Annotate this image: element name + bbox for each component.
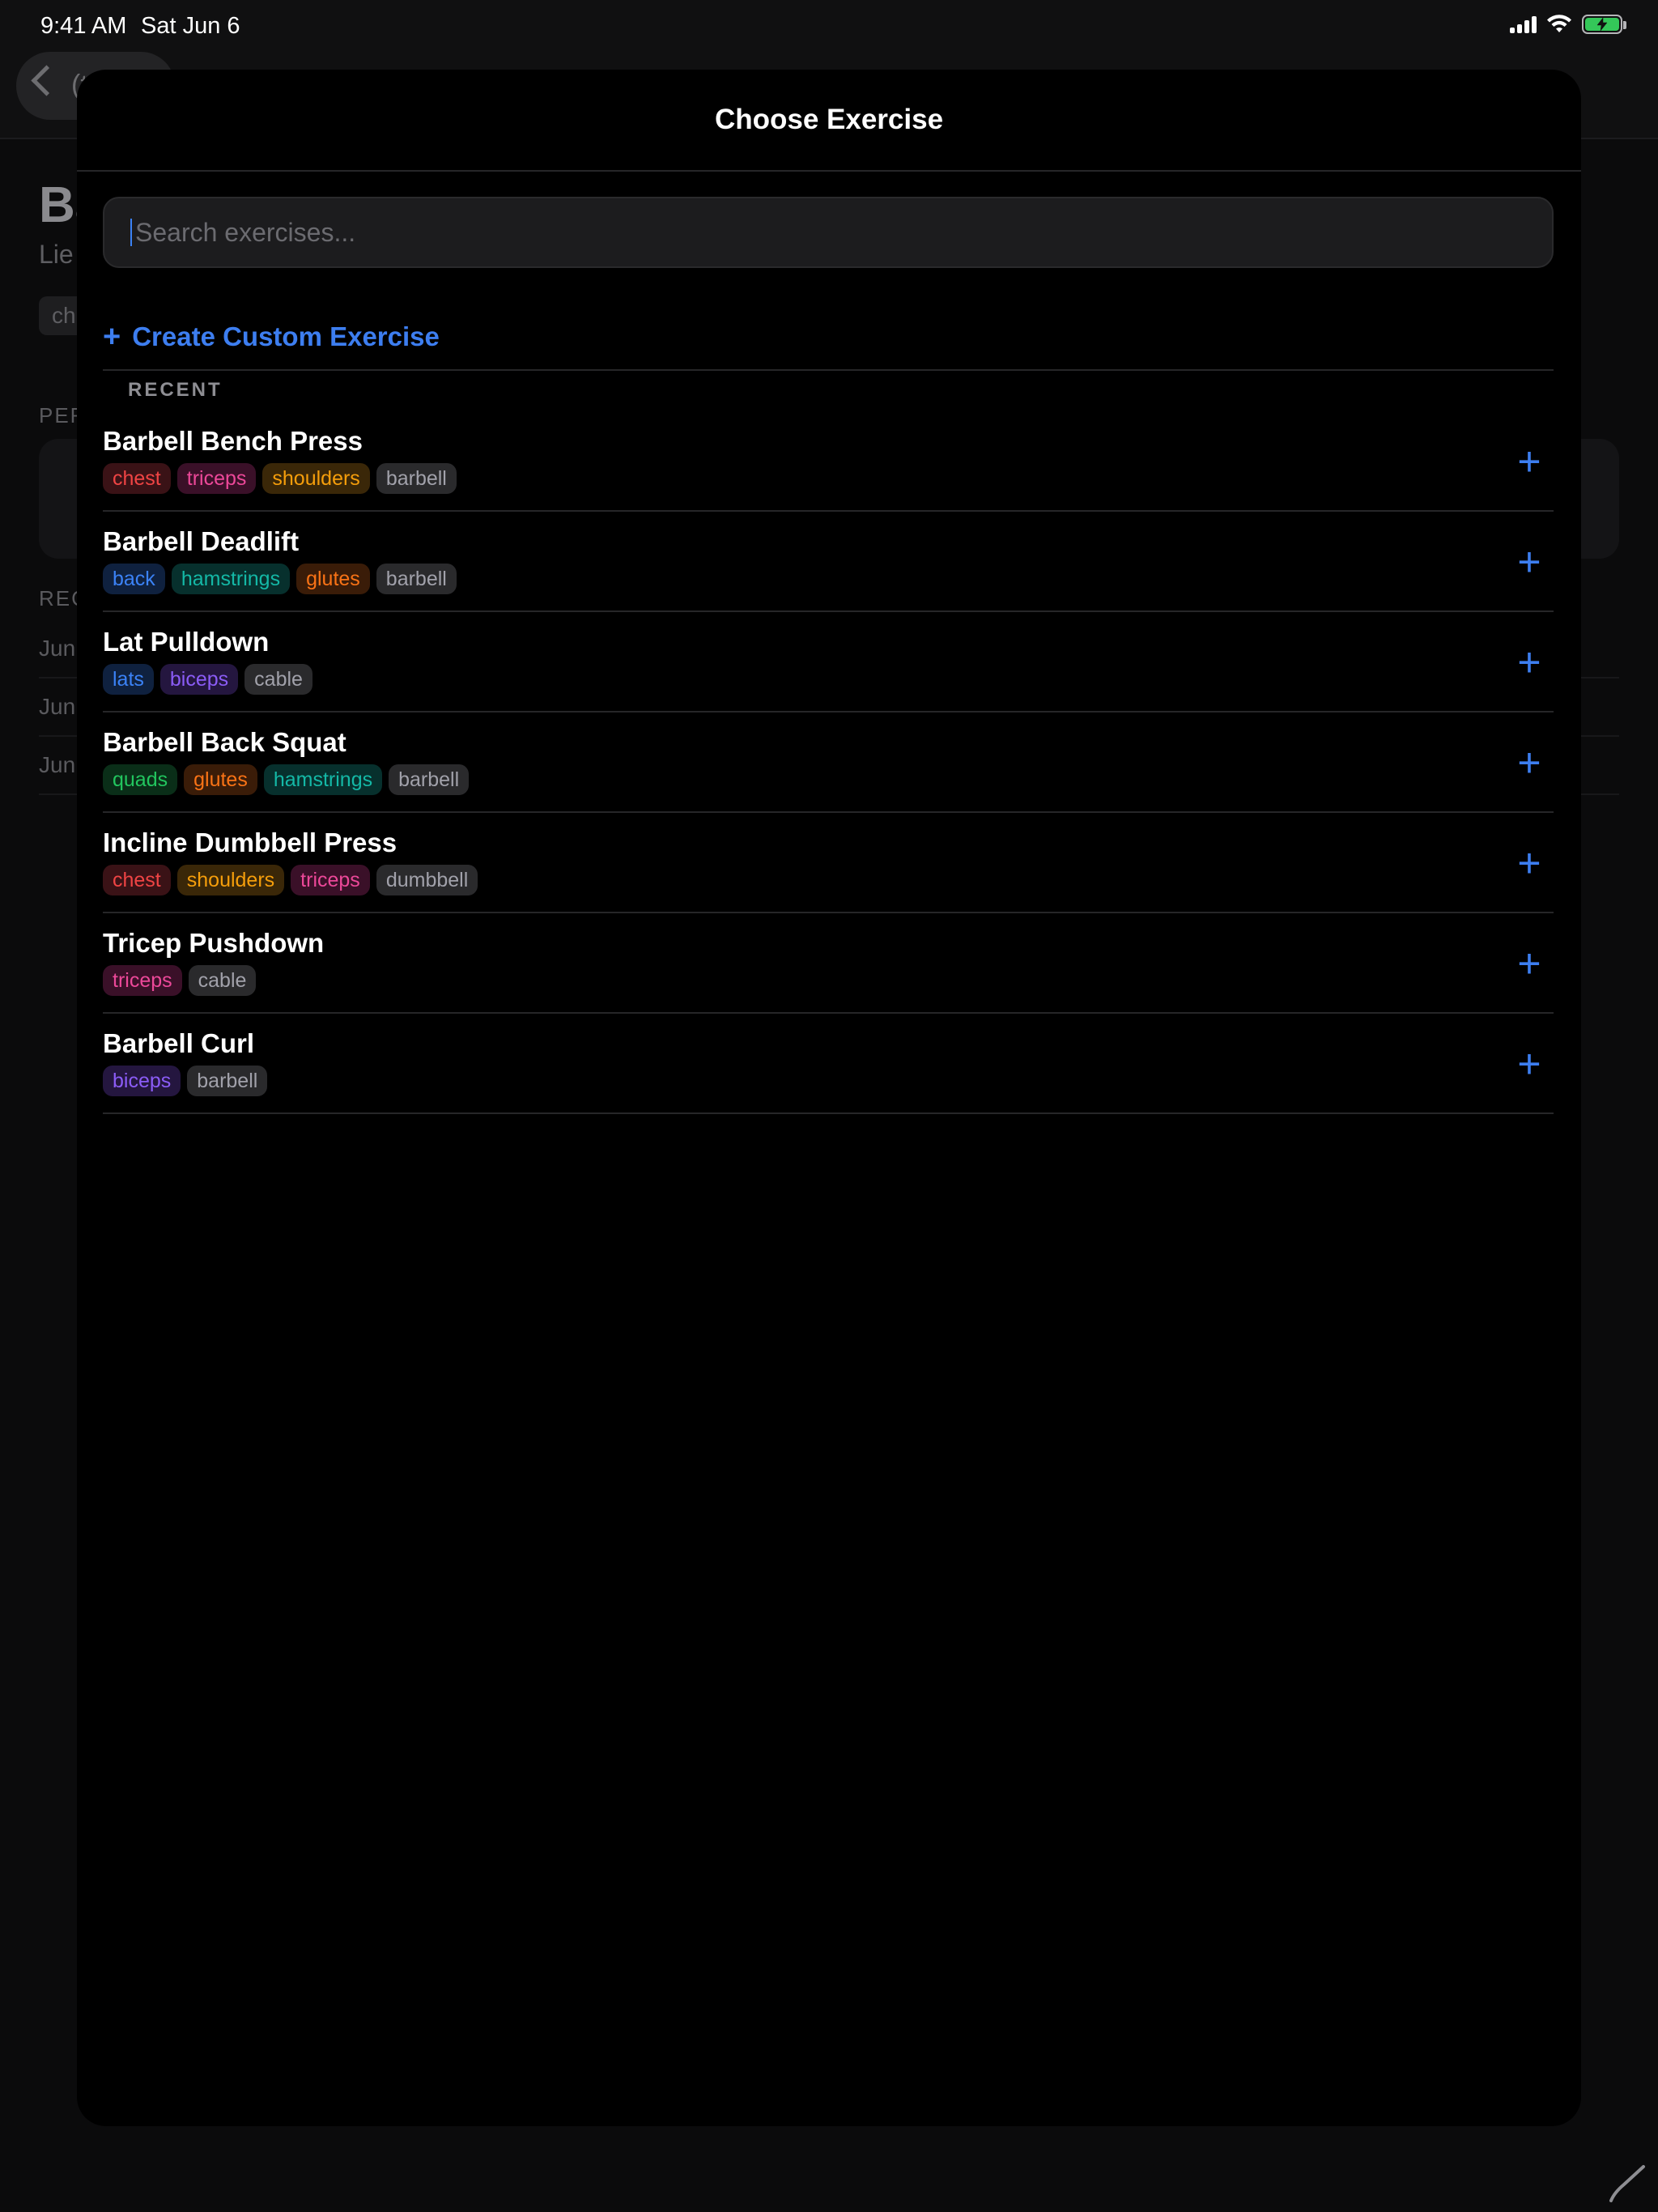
tag-chip: back (103, 564, 165, 594)
tag-chip: barbell (376, 463, 457, 494)
tag-chip: dumbbell (376, 865, 478, 895)
tag-chip: barbell (187, 1066, 268, 1096)
choose-exercise-sheet: Choose Exercise + Create Custom Exercise… (77, 70, 1581, 2126)
plus-icon: + (103, 320, 121, 354)
exercise-name: Barbell Curl (103, 1028, 255, 1058)
exercise-tags: back hamstrings glutes barbell (103, 564, 457, 594)
exercise-name: Barbell Back Squat (103, 727, 346, 757)
tag-chip: glutes (296, 564, 370, 594)
tag-chip: barbell (376, 564, 457, 594)
status-date: Sat Jun 6 (141, 13, 240, 39)
plus-icon: + (1517, 840, 1541, 886)
exercise-list-item[interactable]: Tricep Pushdown triceps cable + (103, 913, 1554, 1014)
tag-chip: triceps (103, 965, 182, 996)
section-label-recent: RECENT (128, 379, 223, 401)
tag-chip: cable (188, 965, 257, 996)
tag-chip: triceps (176, 463, 257, 494)
status-time: 9:41 AM (40, 13, 127, 39)
exercise-tags: triceps cable (103, 965, 257, 996)
tag-chip: lats (103, 664, 154, 695)
add-exercise-button[interactable]: + (1505, 839, 1554, 887)
tag-chip: biceps (159, 664, 239, 695)
tag-chip: shoulders (176, 865, 285, 895)
exercise-name: Lat Pulldown (103, 627, 270, 657)
add-exercise-button[interactable]: + (1505, 638, 1554, 687)
background-subtitle: Lie (39, 240, 74, 269)
divider (103, 369, 1554, 371)
add-exercise-button[interactable]: + (1505, 1040, 1554, 1088)
tag-chip: triceps (291, 865, 370, 895)
status-bar: 9:41 AM Sat Jun 6 (0, 0, 1658, 52)
exercise-list-item[interactable]: Incline Dumbbell Press chest shoulders tric… (103, 813, 1554, 913)
text-caret (130, 219, 132, 246)
exercise-list-item[interactable]: Barbell Curl biceps barbell + (103, 1014, 1554, 1114)
exercise-name: Barbell Deadlift (103, 526, 300, 556)
search-field[interactable] (103, 197, 1554, 268)
tag-chip: shoulders (262, 463, 370, 494)
plus-icon: + (1517, 439, 1541, 484)
exercise-tags: lats biceps cable (103, 664, 312, 695)
plus-icon: + (1517, 640, 1541, 685)
tag-chip: biceps (103, 1066, 181, 1096)
exercise-list: Barbell Bench Press chest triceps shoulders… (103, 411, 1554, 1114)
tag-chip: hamstrings (263, 764, 383, 795)
tag-chip: chest (103, 865, 171, 895)
cellular-signal-icon (1510, 15, 1537, 33)
exercise-tags: chest triceps shoulders barbell (103, 463, 457, 494)
exercise-name: Barbell Bench Press (103, 426, 363, 456)
battery-charging-icon (1582, 15, 1626, 34)
sheet-header: Choose Exercise (77, 70, 1581, 172)
exercise-list-item[interactable]: Lat Pulldown lats biceps cable + (103, 612, 1554, 713)
search-input[interactable] (134, 216, 1526, 249)
tag-chip: hamstrings (171, 564, 291, 594)
wifi-icon (1547, 15, 1571, 32)
plus-icon: + (1517, 740, 1541, 785)
exercise-tags: chest shoulders triceps dumbbell (103, 865, 478, 895)
pencil-hover-icon (1609, 2165, 1645, 2202)
exercise-tags: quads glutes hamstrings barbell (103, 764, 470, 795)
tag-chip: glutes (184, 764, 257, 795)
add-exercise-button[interactable]: + (1505, 939, 1554, 988)
add-exercise-button[interactable]: + (1505, 538, 1554, 586)
status-icons (1510, 15, 1626, 34)
tag-chip: quads (103, 764, 178, 795)
tag-chip: barbell (389, 764, 470, 795)
create-custom-exercise-label: Create Custom Exercise (132, 321, 440, 351)
exercise-list-item[interactable]: Barbell Bench Press chest triceps shoulders… (103, 411, 1554, 512)
tag-chip: chest (103, 463, 171, 494)
exercise-name: Incline Dumbbell Press (103, 827, 397, 857)
exercise-tags: biceps barbell (103, 1066, 268, 1096)
exercise-name: Tricep Pushdown (103, 928, 325, 958)
exercise-list-item[interactable]: Barbell Back Squat quads glutes hamstrings b… (103, 713, 1554, 813)
plus-icon: + (1517, 941, 1541, 986)
plus-icon: + (1517, 1041, 1541, 1087)
exercise-list-item[interactable]: Barbell Deadlift back hamstrings glutes barb… (103, 512, 1554, 612)
tag-chip: cable (244, 664, 312, 695)
add-exercise-button[interactable]: + (1505, 738, 1554, 787)
create-custom-exercise-button[interactable]: + Create Custom Exercise (103, 314, 440, 359)
add-exercise-button[interactable]: + (1505, 437, 1554, 486)
sheet-title: Choose Exercise (714, 104, 944, 135)
plus-icon: + (1517, 539, 1541, 585)
